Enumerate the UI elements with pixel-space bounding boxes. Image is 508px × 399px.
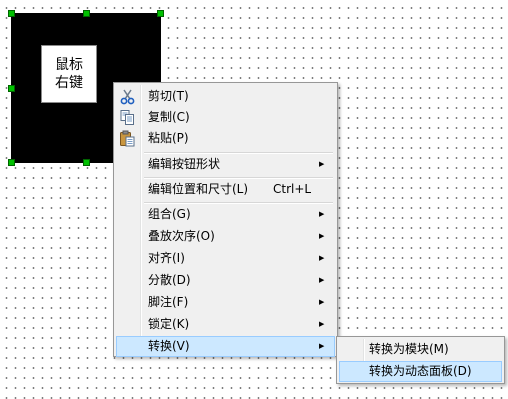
resize-handle-bottom-center[interactable]	[83, 159, 90, 166]
menu-item-edit-position-size[interactable]: 编辑位置和尺寸(L) Ctrl+L	[116, 179, 335, 200]
menu-item-label: 粘贴(P)	[148, 131, 189, 145]
menu-item-label: 叠放次序(O)	[148, 229, 215, 243]
menu-item-label: 对齐(I)	[148, 251, 185, 265]
submenu-arrow-icon: ▶	[319, 254, 325, 262]
resize-handle-top-right[interactable]	[157, 10, 164, 17]
menu-item-lock[interactable]: 锁定(K) ▶	[116, 314, 335, 335]
menu-item-paste[interactable]: 粘贴(P)	[116, 128, 335, 149]
scissors-icon	[120, 89, 135, 105]
menu-item-label: 转换(V)	[148, 339, 190, 353]
paste-icon	[120, 130, 135, 147]
menu-item-label: 剪切(T)	[148, 89, 189, 103]
menu-item-label: 复制(C)	[148, 110, 190, 124]
menu-item-label: 脚注(F)	[148, 295, 189, 309]
menu-item-copy[interactable]: 复制(C)	[116, 107, 335, 128]
menu-item-shortcut: Ctrl+L	[273, 182, 312, 196]
context-menu: 剪切(T) 复制(C) 粘贴(P) 编辑按钮形状 ▶ 编辑位置和尺寸(L) Ct…	[113, 82, 338, 357]
menu-item-cut[interactable]: 剪切(T)	[116, 86, 335, 107]
resize-handle-top-center[interactable]	[83, 10, 90, 17]
menu-item-align[interactable]: 对齐(I) ▶	[116, 248, 335, 269]
menu-item-label: 组合(G)	[148, 207, 191, 221]
menu-item-label: 锁定(K)	[148, 317, 190, 331]
menu-item-label: 编辑按钮形状	[148, 157, 221, 171]
menu-item-label: 分散(D)	[148, 273, 191, 287]
submenu-arrow-icon: ▶	[319, 232, 325, 240]
menu-item-footnote[interactable]: 脚注(F) ▶	[116, 292, 335, 313]
copy-icon	[120, 110, 134, 125]
resize-handle-middle-left[interactable]	[8, 85, 15, 92]
menu-item-label: 转换为模块(M)	[369, 342, 449, 356]
menu-item-convert-to-dynamic-panel[interactable]: 转换为动态面板(D)	[339, 361, 502, 382]
convert-submenu: 转换为模块(M) 转换为动态面板(D)	[336, 336, 505, 384]
menu-item-convert-to-module[interactable]: 转换为模块(M)	[339, 339, 502, 360]
menu-item-label: 编辑位置和尺寸(L)	[148, 182, 249, 196]
submenu-arrow-icon: ▶	[319, 210, 325, 218]
menu-item-stack-order[interactable]: 叠放次序(O) ▶	[116, 226, 335, 247]
submenu-arrow-icon: ▶	[319, 320, 325, 328]
menu-item-convert[interactable]: 转换(V) ▶	[116, 336, 335, 357]
menu-item-edit-button-shape[interactable]: 编辑按钮形状 ▶	[116, 154, 335, 175]
submenu-arrow-icon: ▶	[319, 276, 325, 284]
menu-item-distribute[interactable]: 分散(D) ▶	[116, 270, 335, 291]
resize-handle-bottom-left[interactable]	[8, 159, 15, 166]
submenu-arrow-icon: ▶	[319, 342, 325, 350]
resize-handle-top-left[interactable]	[8, 10, 15, 17]
submenu-arrow-icon: ▶	[319, 298, 325, 306]
submenu-arrow-icon: ▶	[319, 160, 325, 168]
menu-item-group[interactable]: 组合(G) ▶	[116, 204, 335, 225]
shape-label: 鼠标 右键	[41, 45, 97, 103]
menu-item-label: 转换为动态面板(D)	[369, 364, 472, 378]
